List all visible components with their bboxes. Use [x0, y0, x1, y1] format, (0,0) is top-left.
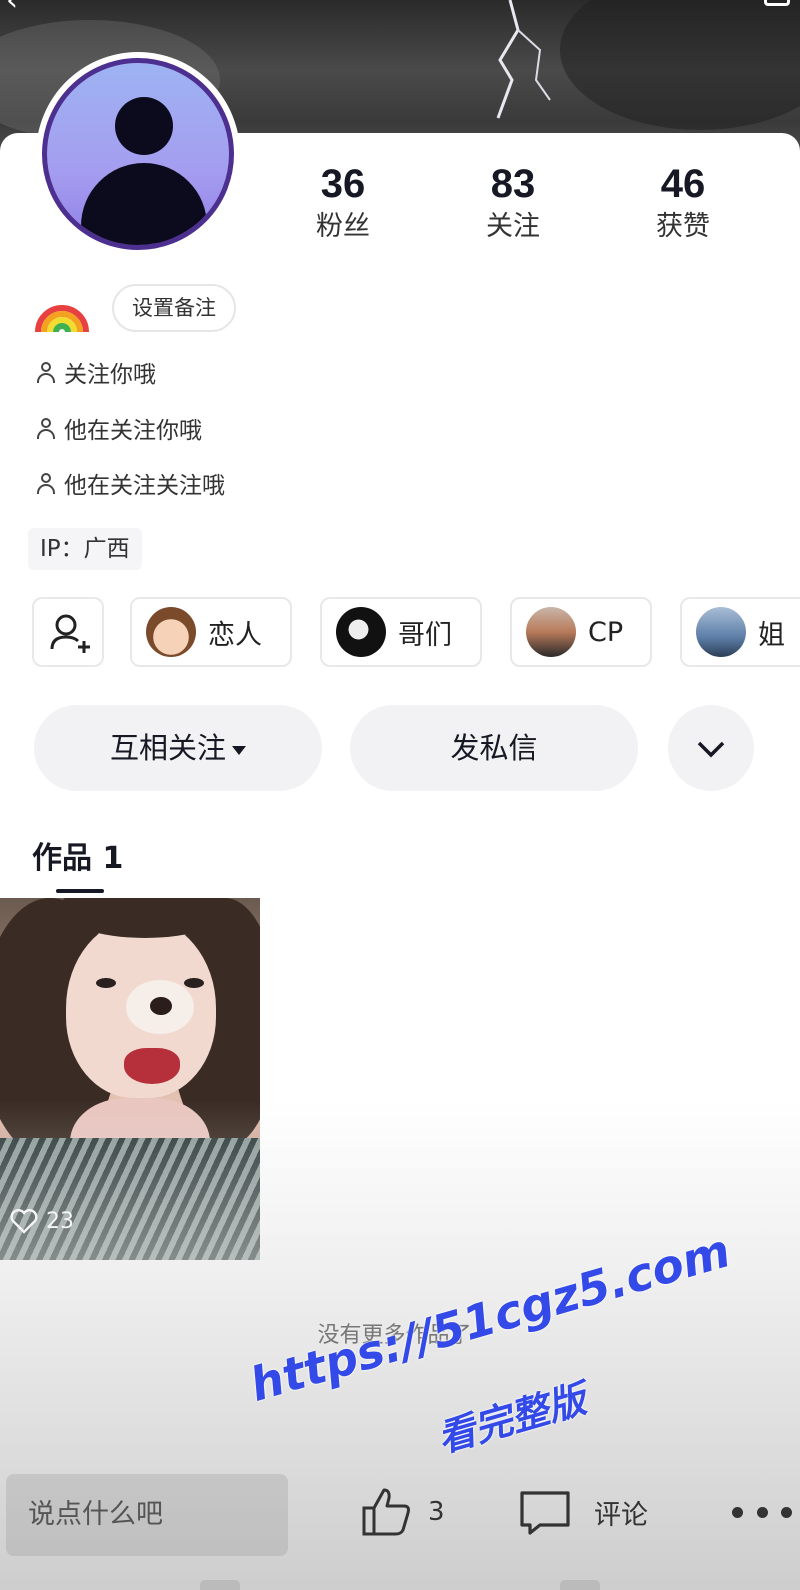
relationship-buddy[interactable]: 哥们: [320, 597, 482, 667]
user-icon: [34, 416, 58, 440]
comment-button[interactable]: 评论: [518, 1482, 648, 1542]
relationship-row: 恋人 哥们 CP 姐: [32, 597, 800, 669]
banner-tree: [560, 0, 800, 130]
city-avatar: [696, 607, 746, 657]
sunset-avatar: [526, 607, 576, 657]
more-options-icon[interactable]: [732, 1492, 792, 1532]
info-line-1: 关注你哦: [34, 354, 156, 390]
tab-works[interactable]: 作品 1: [32, 833, 123, 877]
relationship-sister[interactable]: 姐: [680, 597, 800, 667]
rainbow-icon: [35, 305, 89, 333]
comment-bubble-icon: [520, 1491, 570, 1535]
add-user-icon: [50, 614, 90, 653]
stat-following[interactable]: 83 关注: [458, 160, 568, 246]
user-icon: [34, 360, 58, 384]
info-text-1: 关注你哦: [64, 362, 156, 388]
likes-label: 获赞: [656, 211, 710, 242]
back-icon[interactable]: ‹: [6, 0, 36, 16]
tab-active-indicator: [56, 889, 104, 893]
stat-likes[interactable]: 46 获赞: [628, 160, 738, 246]
stat-followers[interactable]: 36 粉丝: [288, 160, 398, 246]
relationship-cp[interactable]: CP: [510, 597, 652, 667]
relationship-label: 恋人: [208, 619, 262, 651]
relationship-label: 哥们: [398, 619, 452, 651]
mutual-follow-button[interactable]: 互相关注: [34, 705, 322, 791]
chevron-down-icon: [697, 741, 725, 758]
expand-button[interactable]: [668, 705, 754, 791]
nav-hint: [200, 1580, 240, 1590]
comment-label: 评论: [594, 1499, 648, 1531]
mutual-follow-label: 互相关注: [109, 731, 226, 765]
add-relationship-button[interactable]: [32, 597, 104, 667]
likes-count: 46: [660, 162, 706, 206]
info-line-3: 他在关注关注哦: [34, 465, 225, 501]
like-count: 3: [428, 1497, 445, 1527]
set-remark-button[interactable]: 设置备注: [112, 284, 236, 332]
info-text-3: 他在关注关注哦: [64, 473, 225, 499]
send-message-button[interactable]: 发私信: [350, 705, 638, 791]
relationship-label: 姐: [758, 619, 785, 651]
avatar[interactable]: [36, 52, 240, 256]
caret-down-icon: [232, 745, 246, 755]
send-message-label: 发私信: [450, 731, 538, 765]
following-count: 83: [490, 162, 536, 206]
info-text-2: 他在关注你哦: [64, 418, 202, 444]
nav-hint: [560, 1580, 600, 1590]
info-line-2: 他在关注你哦: [34, 410, 202, 446]
user-icon: [34, 471, 58, 495]
menu-icon[interactable]: [764, 0, 790, 6]
followers-count: 36: [320, 162, 366, 206]
default-avatar-icon: [42, 58, 234, 250]
followers-label: 粉丝: [316, 211, 370, 242]
following-label: 关注: [486, 211, 540, 242]
relationship-label: CP: [588, 616, 624, 648]
profile-stats: 36 粉丝 83 关注 46 获赞: [300, 160, 760, 260]
ip-location-tag: IP：广西: [28, 528, 142, 570]
buddy-avatar: [336, 607, 386, 657]
lightning-graphic: [496, 0, 551, 119]
bottom-bar: 说点什么吧 3 评论: [0, 1462, 800, 1590]
like-button[interactable]: 3: [358, 1482, 445, 1542]
relationship-lover[interactable]: 恋人: [130, 597, 292, 667]
comment-input[interactable]: 说点什么吧: [6, 1474, 288, 1556]
thumbs-up-icon: [362, 1488, 410, 1536]
cartoon-boy-avatar: [146, 607, 196, 657]
